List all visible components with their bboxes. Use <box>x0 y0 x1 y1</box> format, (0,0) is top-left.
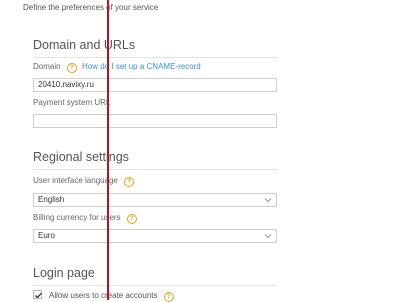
currency-select-value: Euro <box>38 231 55 240</box>
section-divider <box>33 169 278 170</box>
domain-label-row: Domain ? How do I set up a CNAME-record <box>33 62 201 73</box>
cname-help-link[interactable]: How do I set up a CNAME-record <box>82 62 201 71</box>
allow-accounts-label: Allow users to create accounts <box>49 291 158 300</box>
help-icon[interactable]: ? <box>126 214 137 224</box>
payment-url-input[interactable] <box>33 114 277 128</box>
section-divider <box>33 285 278 286</box>
language-label: User interface language <box>33 176 118 185</box>
domain-label: Domain <box>33 62 61 71</box>
currency-label-row: Billing currency for users ? <box>33 213 137 224</box>
help-icon[interactable]: ? <box>66 63 77 73</box>
language-select[interactable]: English <box>33 193 277 207</box>
help-icon[interactable]: ? <box>124 177 135 187</box>
language-select-value: English <box>38 195 65 204</box>
domain-input[interactable]: 20410.navixy.ru <box>33 78 277 92</box>
payment-url-label: Payment system URL <box>33 98 111 107</box>
checkmark-icon <box>35 292 42 299</box>
section-title-regional: Regional settings <box>33 150 129 164</box>
allow-accounts-row: Allow users to create accounts ? <box>33 290 174 302</box>
section-title-domain: Domain and URLs <box>33 38 136 52</box>
allow-accounts-checkbox[interactable] <box>33 290 42 299</box>
currency-select[interactable]: Euro <box>33 229 277 243</box>
help-icon[interactable]: ? <box>163 292 174 302</box>
chevron-down-icon <box>264 198 272 203</box>
section-title-login: Login page <box>33 266 95 280</box>
vertical-marker-line <box>107 0 109 300</box>
chevron-down-icon <box>264 234 272 239</box>
section-divider <box>33 57 278 58</box>
language-label-row: User interface language ? <box>33 176 135 187</box>
page-intro: Define the preferences of your service <box>23 3 159 12</box>
